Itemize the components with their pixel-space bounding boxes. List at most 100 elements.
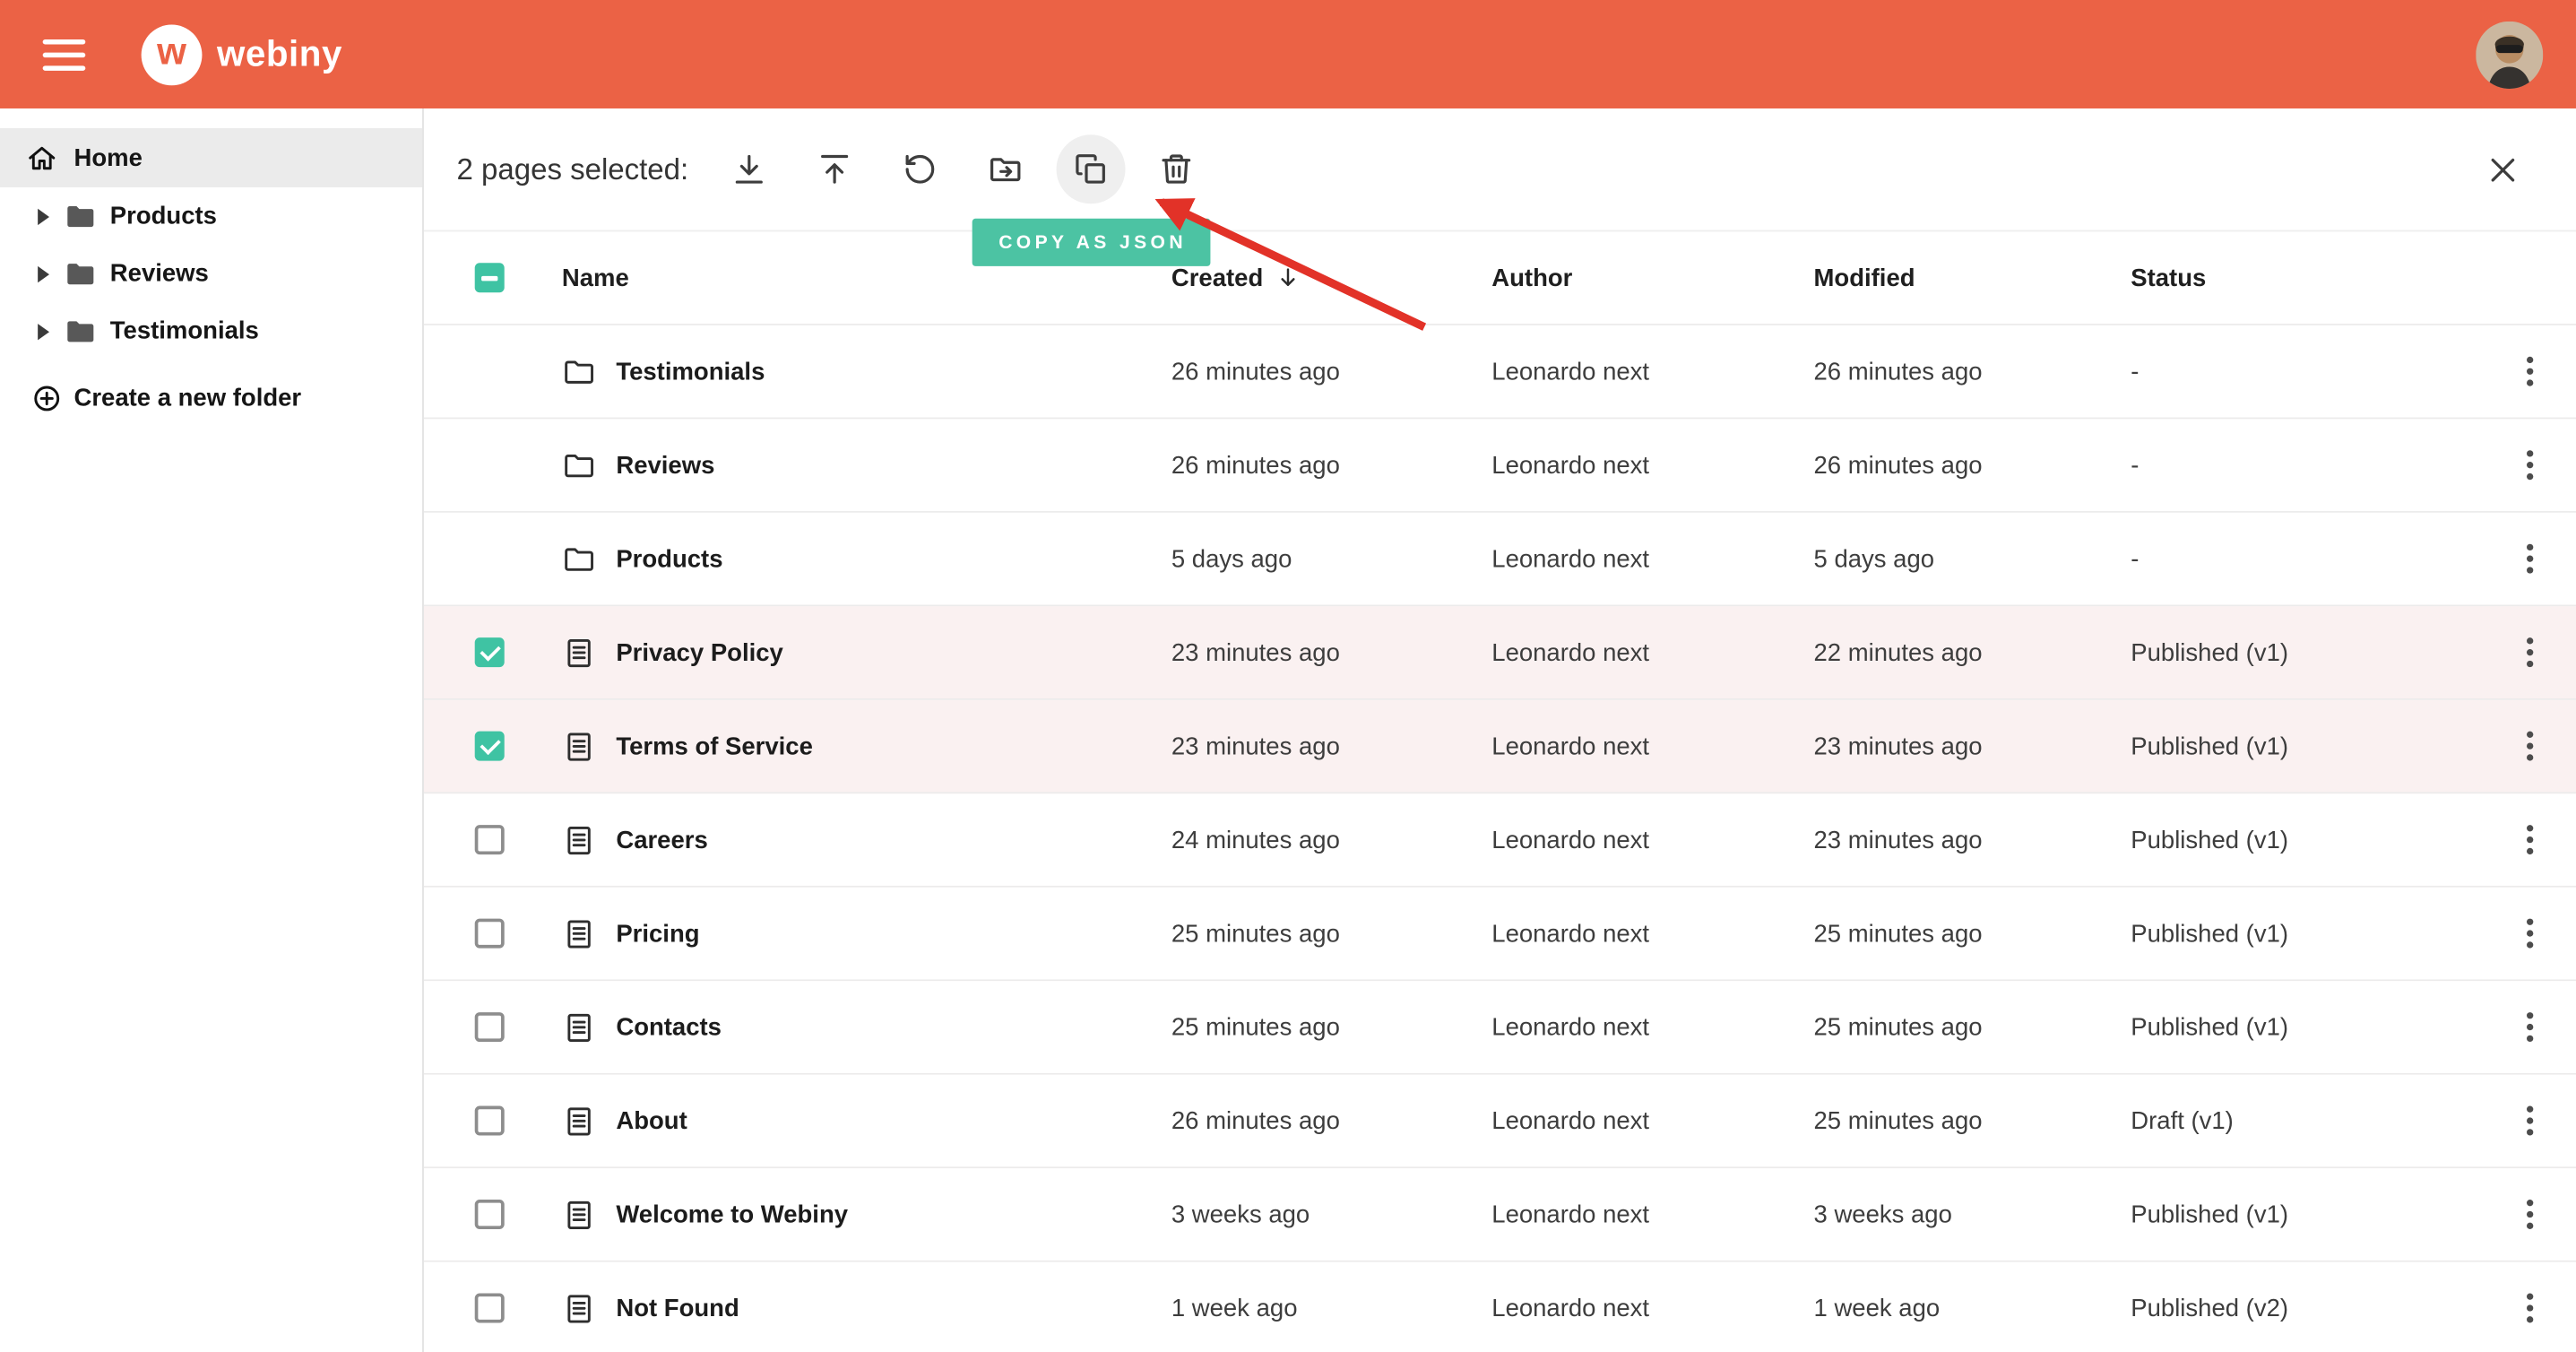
row-menu-button[interactable] [2513,1283,2546,1332]
plus-circle-icon [31,382,63,413]
create-folder-button[interactable]: Create a new folder [0,368,422,428]
upload-button[interactable] [800,134,869,204]
row-created: 3 weeks ago [1171,1200,1491,1228]
home-icon [26,143,57,174]
row-name: Careers [616,826,707,854]
table-row[interactable]: Not Found 1 week ago Leonardo next 1 wee… [424,1262,2576,1352]
folder-icon [562,447,596,481]
row-modified: 23 minutes ago [1814,826,2131,854]
file-icon [562,1291,596,1325]
table-row[interactable]: Products 5 days ago Leonardo next 5 days… [424,513,2576,606]
row-author: Leonardo next [1491,920,1813,948]
table-row[interactable]: Testimonials 26 minutes ago Leonardo nex… [424,325,2576,419]
row-menu-button[interactable] [2513,1190,2546,1239]
row-status: Published (v1) [2131,920,2484,948]
sidebar-item-testimonials[interactable]: Testimonials [0,302,422,360]
row-author: Leonardo next [1491,732,1813,760]
row-name: Terms of Service [616,732,813,760]
folder-icon [64,315,97,348]
table-row[interactable]: Terms of Service 23 minutes ago Leonardo… [424,700,2576,793]
column-header-created[interactable]: Created [1171,264,1491,291]
delete-icon [1158,152,1194,187]
sidebar-item-label: Reviews [110,260,209,288]
row-modified: 3 weeks ago [1814,1200,2131,1228]
chevron-right-icon [34,321,50,341]
row-menu-button[interactable] [2513,722,2546,771]
app-header: w webiny [0,0,2576,108]
row-status: - [2131,451,2484,479]
row-checkbox[interactable] [475,1106,505,1136]
sidebar-item-products[interactable]: Products [0,187,422,245]
sidebar-item-reviews[interactable]: Reviews [0,245,422,302]
row-status: - [2131,545,2484,573]
close-selection-button[interactable] [2471,138,2534,201]
table-row[interactable]: Privacy Policy 23 minutes ago Leonardo n… [424,606,2576,699]
row-checkbox[interactable] [475,1293,505,1322]
row-checkbox[interactable] [475,1012,505,1042]
download-button[interactable] [715,134,784,204]
select-all-checkbox[interactable] [475,263,505,292]
table-row[interactable]: Contacts 25 minutes ago Leonardo next 25… [424,981,2576,1074]
row-checkbox[interactable] [475,637,505,667]
row-created: 25 minutes ago [1171,1013,1491,1041]
row-checkbox[interactable] [475,919,505,949]
file-icon [562,916,596,950]
history-button[interactable] [886,134,955,204]
file-icon [562,1104,596,1138]
row-checkbox[interactable] [475,825,505,854]
row-menu-button[interactable] [2513,1002,2546,1052]
row-menu-button[interactable] [2513,440,2546,490]
selection-toolbar: 2 pages selected: [424,108,2576,231]
row-name: Contacts [616,1013,722,1041]
row-menu-button[interactable] [2513,815,2546,864]
row-menu-button[interactable] [2513,628,2546,677]
table-row[interactable]: Pricing 25 minutes ago Leonardo next 25 … [424,888,2576,981]
row-name: Testimonials [616,358,765,386]
row-name: Not Found [616,1294,739,1322]
row-name: Welcome to Webiny [616,1200,848,1228]
delete-button[interactable] [1142,134,1211,204]
row-created: 1 week ago [1171,1294,1491,1322]
row-created: 26 minutes ago [1171,358,1491,386]
row-checkbox[interactable] [475,732,505,761]
sidebar-item-home[interactable]: Home [0,128,422,187]
sort-desc-icon [1275,264,1301,290]
row-status: - [2131,358,2484,386]
table-row[interactable]: Welcome to Webiny 3 weeks ago Leonardo n… [424,1168,2576,1261]
table-row[interactable]: About 26 minutes ago Leonardo next 25 mi… [424,1075,2576,1168]
file-icon [562,635,596,669]
table-row[interactable]: Reviews 26 minutes ago Leonardo next 26 … [424,419,2576,512]
move-to-folder-button[interactable] [971,134,1040,204]
row-author: Leonardo next [1491,451,1813,479]
create-folder-label: Create a new folder [73,384,301,412]
table-header: Name Created Author Modified Status [424,231,2576,325]
menu-button[interactable] [43,39,86,70]
row-menu-button[interactable] [2513,534,2546,584]
row-modified: 23 minutes ago [1814,732,2131,760]
row-status: Published (v1) [2131,732,2484,760]
row-menu-button[interactable] [2513,909,2546,958]
row-author: Leonardo next [1491,826,1813,854]
avatar[interactable] [2476,21,2543,88]
copy-icon [1073,152,1109,187]
hamburger-icon [43,39,86,43]
row-created: 26 minutes ago [1171,451,1491,479]
row-checkbox[interactable] [475,1200,505,1229]
row-menu-button[interactable] [2513,347,2546,396]
selection-count: 2 pages selected: [457,152,689,186]
row-author: Leonardo next [1491,638,1813,666]
row-menu-button[interactable] [2513,1096,2546,1146]
column-header-name: Name [562,264,1171,291]
brand: w webiny [142,24,342,85]
row-created: 23 minutes ago [1171,732,1491,760]
row-modified: 25 minutes ago [1814,1013,2131,1041]
row-modified: 26 minutes ago [1814,451,2131,479]
row-author: Leonardo next [1491,1013,1813,1041]
column-header-author: Author [1491,264,1813,291]
avatar-image [2476,21,2543,88]
row-name: Products [616,545,722,573]
copy-button[interactable]: COPY AS JSON [1057,134,1126,204]
table-body: Testimonials 26 minutes ago Leonardo nex… [424,325,2576,1352]
row-status: Published (v1) [2131,1013,2484,1041]
table-row[interactable]: Careers 24 minutes ago Leonardo next 23 … [424,793,2576,887]
